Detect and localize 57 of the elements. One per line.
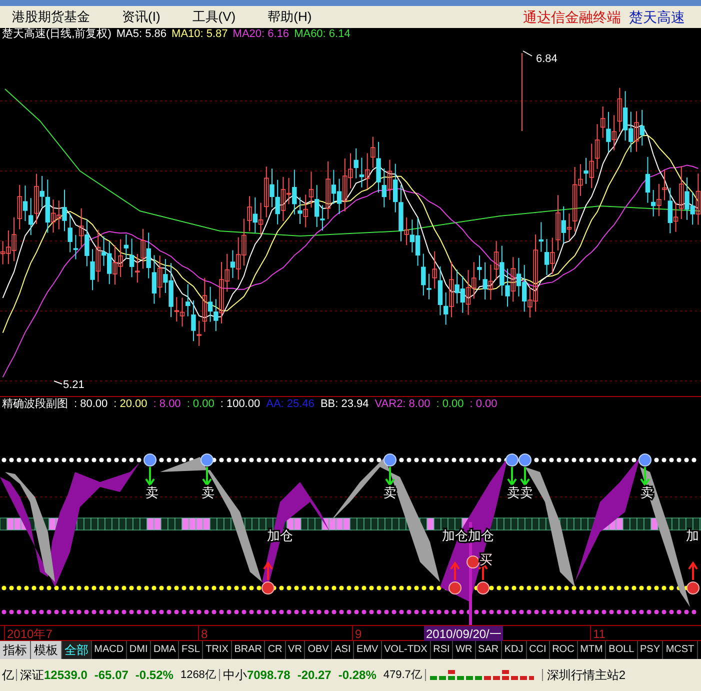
legend-text: 精确波段副图	[2, 399, 68, 410]
menu-item[interactable]: 资讯(I)	[114, 7, 168, 27]
legend-text: : 20.00	[114, 399, 148, 410]
sell-signal-icon	[200, 454, 214, 487]
buy-signal-icon	[448, 561, 462, 594]
server-name: 深圳行情主站2	[542, 669, 630, 681]
legend-text: : 80.00	[74, 399, 108, 410]
legend-text: VAR2: 8.00	[374, 399, 430, 410]
legend-text: BB: 23.94	[320, 399, 369, 410]
app-title: 通达信金融终端	[523, 8, 621, 26]
price-label: 6.84	[536, 53, 558, 65]
legend-text: MA5: 5.86	[116, 29, 167, 40]
signal-label: 卖卖	[507, 485, 533, 500]
market-name: 深证	[20, 669, 44, 681]
legend-text: : 100.00	[220, 399, 260, 410]
sell-signal-icon	[506, 454, 518, 487]
panel-button[interactable]: 指标	[0, 641, 31, 659]
legend-text: MA20: 6.16	[232, 29, 290, 40]
signal-label: 卖	[146, 485, 158, 500]
legend-text: : 0.00	[186, 399, 214, 410]
sell-signal-icon	[638, 454, 652, 487]
legend-text: MA60: 6.14	[294, 29, 350, 40]
stock-name: 楚天高速	[629, 8, 685, 26]
legend-text: : 0.00	[470, 399, 498, 410]
legend-text: 楚天高速(日线,前复权)	[2, 29, 112, 40]
indicator-tab[interactable]: 全部	[62, 641, 92, 659]
index-value: 12539.0	[44, 669, 88, 681]
legend-text: : 0.00	[436, 399, 464, 410]
turnover-value: 1268亿	[180, 670, 216, 680]
index-change: -65.07	[94, 669, 128, 681]
buy-signal-icon	[262, 561, 274, 594]
menu-item[interactable]: 帮助(H)	[260, 7, 320, 27]
legend-text: AA: 25.46	[266, 399, 314, 410]
index-percent: -0.52%	[135, 669, 174, 681]
index-value: 7098.78	[246, 669, 290, 681]
sell-signal-icon	[144, 454, 156, 487]
buy-signal-icon	[686, 561, 700, 594]
sell-signal-icon	[384, 454, 396, 487]
menu-item[interactable]: 港股期货基金	[4, 7, 98, 27]
sell-signal-icon	[518, 454, 532, 487]
market-name: 中小	[222, 669, 247, 681]
signal-label: 卖	[384, 485, 396, 500]
status-text: 亿	[0, 669, 17, 681]
panel-button[interactable]: 模板	[31, 641, 62, 659]
index-change: -20.27	[297, 669, 332, 681]
leader-line	[54, 380, 62, 384]
signal-label: 卖	[202, 485, 214, 500]
signal-label: 加	[686, 528, 699, 543]
index-percent: -0.28%	[338, 669, 376, 681]
leader-line	[522, 50, 532, 56]
legend-text: : 8.00	[153, 399, 181, 410]
turnover-value: 479.7亿	[383, 670, 422, 680]
market-breadth-icon	[430, 669, 534, 681]
menu-item[interactable]: 工具(V)	[184, 7, 244, 27]
price-label: 5.21	[63, 379, 84, 391]
date-label: 2010/09/20/一	[424, 626, 504, 641]
legend-text: MA10: 5.87	[172, 29, 228, 40]
